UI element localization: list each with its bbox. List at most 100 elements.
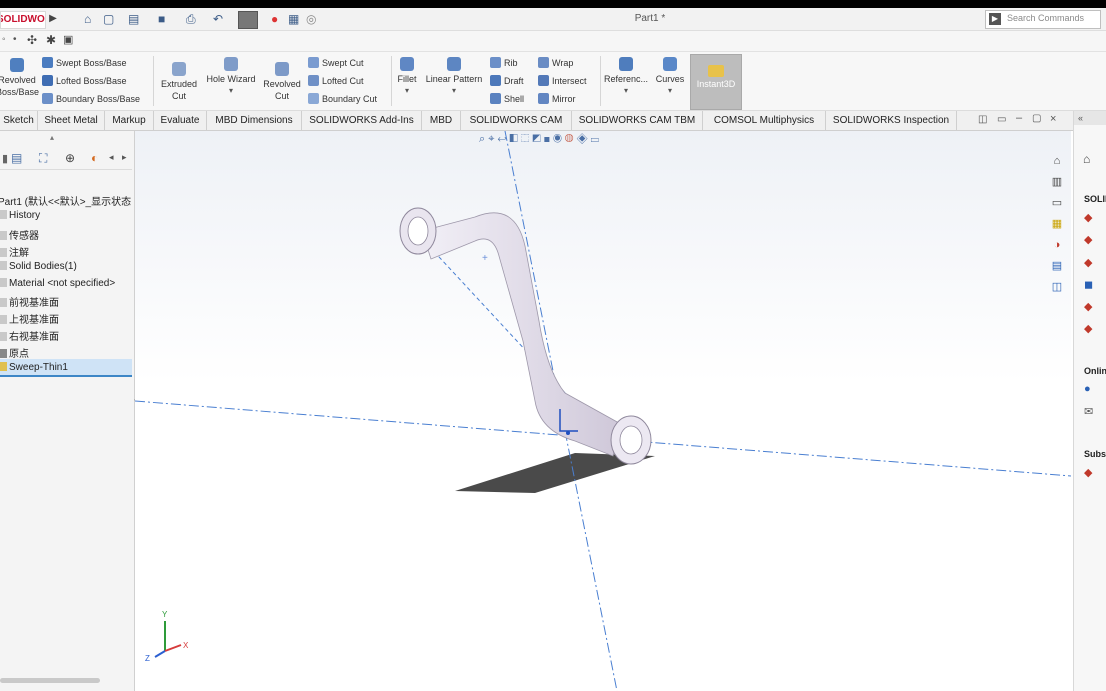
sketch-tool-icon[interactable]: ✣ xyxy=(27,33,37,47)
configuration-manager-tab-icon[interactable]: ⛶ xyxy=(39,151,47,166)
part-resource-icon[interactable]: ◆ xyxy=(1084,211,1092,224)
tab-evaluate[interactable]: Evaluate xyxy=(154,111,207,130)
boundary-boss-base-button[interactable]: Boundary Boss/Base xyxy=(42,93,140,104)
tab-mbd-dimensions[interactable]: MBD Dimensions xyxy=(207,111,302,130)
pin-icon[interactable]: ◦ xyxy=(2,34,6,45)
swept-cut-button[interactable]: Swept Cut xyxy=(308,57,364,68)
appearances-icon[interactable]: ◑ xyxy=(1048,236,1066,254)
display-style-icon[interactable]: ◼ xyxy=(544,133,550,145)
open-file-icon[interactable]: ▤ xyxy=(128,11,139,27)
dynamic-annotation-icon[interactable]: ⬚ xyxy=(521,133,529,145)
online-community-icon[interactable]: ● xyxy=(1084,383,1091,395)
linear-pattern-dropdown-icon[interactable]: ▾ xyxy=(422,85,486,97)
tree-item-annotations[interactable]: 注解 xyxy=(0,244,29,259)
subscription-services-icon[interactable]: ◆ xyxy=(1084,466,1092,479)
hole-wizard-dropdown-icon[interactable]: ▾ xyxy=(203,85,259,97)
tab-solidworks-cam-tbm[interactable]: SOLIDWORKS CAM TBM xyxy=(572,111,703,130)
property-manager-tab-icon[interactable]: ▤ xyxy=(11,151,22,165)
tab-sheet-metal[interactable]: Sheet Metal xyxy=(38,111,105,130)
solidworks-logo[interactable]: SOLIDWORKS xyxy=(0,11,46,29)
mirror-button[interactable]: Mirror xyxy=(538,93,576,104)
tree-view-tab-icon[interactable]: ▮ xyxy=(2,152,8,165)
dot-icon[interactable]: • xyxy=(13,34,17,45)
tree-item-solid-bodies[interactable]: Solid Bodies(1) xyxy=(0,261,77,272)
tab-solidworks-cam[interactable]: SOLIDWORKS CAM xyxy=(461,111,572,130)
home-icon[interactable]: ⌂ xyxy=(84,11,91,27)
tutorial-resource-icon[interactable]: ◆ xyxy=(1084,300,1092,313)
select-cursor-button[interactable] xyxy=(238,11,258,29)
magazine-resource-icon[interactable]: ◆ xyxy=(1084,322,1092,335)
view-orientation-icon[interactable]: ◩ xyxy=(532,133,540,145)
pin-tabs-icon[interactable]: ◫ xyxy=(978,114,987,125)
draft-button[interactable]: Draft xyxy=(490,75,524,86)
tree-item-front-plane[interactable]: 前视基准面 xyxy=(0,294,59,309)
graphics-area[interactable]: + Y X Z ⌕ ⌖ ↩ ◧ ⬚ ◩ ◼ ◉ ◍ ◈ ▭ xyxy=(135,131,1071,691)
view-settings-icon[interactable]: ▭ xyxy=(591,133,599,145)
linear-pattern-button[interactable]: Linear Pattern ▾ xyxy=(422,57,486,97)
file-properties-icon[interactable]: ▦ xyxy=(288,11,299,27)
display-manager-tab-icon[interactable]: ◐ xyxy=(91,151,98,165)
tabs-scroll-right-icon[interactable]: ▸ xyxy=(122,152,127,163)
tree-root-part[interactable]: Part1 (默认<<默认>_显示状态 xyxy=(0,193,131,208)
custom-properties-icon[interactable]: ▤ xyxy=(1048,257,1066,275)
hole-wizard-button[interactable]: Hole Wizard ▾ xyxy=(203,57,259,97)
instant3d-button[interactable]: Instant3D xyxy=(690,54,742,110)
tabs-scroll-left-icon[interactable]: ◂ xyxy=(109,152,114,163)
tab-solidworks-inspection[interactable]: SOLIDWORKS Inspection xyxy=(826,111,957,130)
fillet-dropdown-icon[interactable]: ▾ xyxy=(394,85,420,97)
home-icon[interactable]: ⌂ xyxy=(1083,152,1090,166)
tree-item-material[interactable]: Material <not specified> xyxy=(0,278,115,289)
command-resource-icon[interactable]: ◼ xyxy=(1084,278,1093,291)
minimize-icon[interactable]: – xyxy=(1016,112,1022,124)
display-style-icon[interactable]: ▣ xyxy=(63,33,73,46)
print-icon[interactable]: ⎙ xyxy=(186,11,196,27)
close-icon[interactable]: × xyxy=(1050,113,1056,125)
new-document-icon[interactable]: ▢ xyxy=(103,11,114,27)
drawing-resource-icon[interactable]: ◆ xyxy=(1084,256,1092,269)
hide-show-items-icon[interactable]: ◉ xyxy=(553,133,562,145)
reference-geometry-button[interactable]: Referenc... ▾ xyxy=(603,57,649,97)
rib-button[interactable]: Rib xyxy=(490,57,518,68)
fillet-button[interactable]: Fillet ▾ xyxy=(394,57,420,97)
undo-icon[interactable]: ↶ xyxy=(213,11,223,27)
online-partner-icon[interactable]: ✉ xyxy=(1084,405,1093,418)
lofted-boss-base-button[interactable]: Lofted Boss/Base xyxy=(42,75,127,86)
lofted-cut-button[interactable]: Lofted Cut xyxy=(308,75,364,86)
search-scope-icon[interactable]: ▶ xyxy=(989,13,1001,25)
restore-down-icon[interactable]: ▭ xyxy=(997,114,1006,125)
task-pane-collapse-icon[interactable]: « xyxy=(1074,111,1106,125)
tab-markup[interactable]: Markup xyxy=(105,111,154,130)
assembly-resource-icon[interactable]: ◆ xyxy=(1084,233,1092,246)
intersect-button[interactable]: Intersect xyxy=(538,75,587,86)
reference-dropdown-icon[interactable]: ▾ xyxy=(603,85,649,97)
curves-dropdown-icon[interactable]: ▾ xyxy=(652,85,688,97)
search-commands-input[interactable]: ▶ Search Commands xyxy=(985,10,1101,29)
swept-boss-base-button[interactable]: Swept Boss/Base xyxy=(42,57,127,68)
section-view-icon[interactable]: ◧ xyxy=(509,133,517,145)
design-library-icon[interactable]: ▥ xyxy=(1048,173,1066,191)
dimxpert-tab-icon[interactable]: ⊕ xyxy=(65,151,75,165)
tree-item-top-plane[interactable]: 上视基准面 xyxy=(0,311,59,326)
file-explorer-icon[interactable]: ▭ xyxy=(1048,194,1066,212)
tab-solidworks-add-ins[interactable]: SOLIDWORKS Add-Ins xyxy=(302,111,422,130)
tree-item-right-plane[interactable]: 右视基准面 xyxy=(0,328,59,343)
boundary-cut-button[interactable]: Boundary Cut xyxy=(308,93,377,104)
zoom-to-area-icon[interactable]: ⌖ xyxy=(488,133,494,145)
shell-button[interactable]: Shell xyxy=(490,93,524,104)
menu-expand-arrow-icon[interactable]: ▶ xyxy=(47,11,59,27)
tab-sketch[interactable]: Sketch xyxy=(0,111,38,130)
zoom-to-fit-icon[interactable]: ⌕ xyxy=(479,133,485,145)
view-palette-icon[interactable]: ▦ xyxy=(1048,215,1066,233)
edit-appearance-icon[interactable]: ◍ xyxy=(565,133,574,145)
tree-item-sensors[interactable]: 传感器 xyxy=(0,227,39,242)
tree-item-origin[interactable]: 原点 xyxy=(0,345,29,360)
solidworks-resources-icon[interactable]: ⌂ xyxy=(1048,152,1066,170)
curves-button[interactable]: Curves ▾ xyxy=(652,57,688,97)
solidworks-forum-icon[interactable]: ◫ xyxy=(1048,278,1066,296)
extruded-cut-button[interactable]: Extruded Cut xyxy=(158,62,200,102)
tab-mbd[interactable]: MBD xyxy=(422,111,461,130)
maximize-icon[interactable]: ▢ xyxy=(1032,113,1041,124)
horizontal-scrollbar[interactable] xyxy=(0,678,100,683)
revolved-cut-button[interactable]: Revolved Cut xyxy=(260,62,304,102)
panel-collapse-icon[interactable]: ▴ xyxy=(50,133,54,142)
